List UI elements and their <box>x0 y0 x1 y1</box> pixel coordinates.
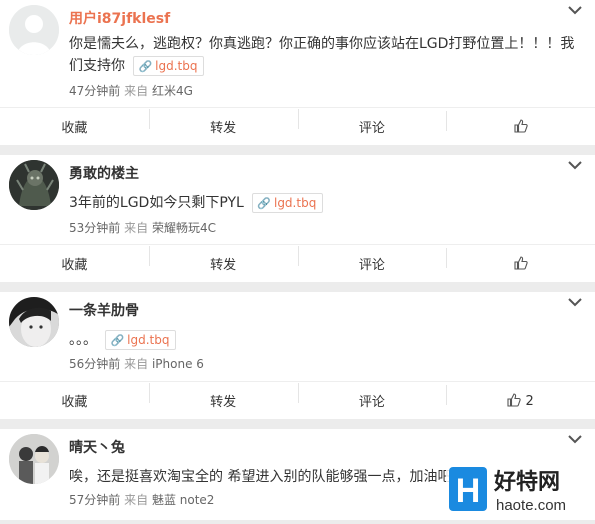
device-label[interactable]: 红米4G <box>152 84 193 98</box>
favorite-button[interactable]: 收藏 <box>0 254 149 273</box>
chevron-down-icon[interactable] <box>567 433 583 445</box>
tag-link[interactable]: 🔗 lgd.tbq <box>105 330 177 350</box>
couple-avatar-image <box>9 434 59 484</box>
avatar[interactable] <box>9 5 59 55</box>
comment-button[interactable]: 评论 <box>297 246 447 273</box>
creature-avatar-image <box>9 160 59 210</box>
device-label[interactable]: 荣耀畅玩4C <box>152 221 216 235</box>
link-icon: 🔗 <box>257 197 271 210</box>
favorite-button[interactable]: 收藏 <box>0 117 149 136</box>
chevron-down-icon[interactable] <box>567 296 583 308</box>
comment-meta: 57分钟前 来自 魅蓝 note2 <box>69 491 214 508</box>
from-label: 来自 <box>124 221 149 235</box>
default-avatar-icon <box>9 5 59 55</box>
comment-button[interactable]: 评论 <box>297 109 447 136</box>
timestamp: 53分钟前 <box>69 221 121 235</box>
username[interactable]: 用户i87jfklesf <box>69 8 170 28</box>
action-bar: 收藏 转发 评论 2 <box>0 381 595 419</box>
timestamp: 47分钟前 <box>69 84 121 98</box>
brand-name: 好特网 <box>493 469 560 495</box>
comment-text: 3年前的LGD如今只剩下PYL 🔗 lgd.tbq <box>69 192 581 214</box>
action-bar: 收藏 转发 评论 <box>0 244 595 282</box>
haote-logo-icon: H 好特网 haote.com <box>446 461 595 520</box>
username[interactable]: 勇敢的楼主 <box>69 163 139 183</box>
comment-card: 一条羊肋骨 。。。 🔗 lgd.tbq 56分钟前 来自 iPhone 6 收藏 … <box>0 292 595 419</box>
device-label[interactable]: iPhone 6 <box>152 357 204 371</box>
watermark-logo: H 好特网 haote.com <box>446 461 595 520</box>
username[interactable]: 晴天丶兔 <box>69 437 125 457</box>
brand-url: haote.com <box>496 497 566 514</box>
repost-button[interactable]: 转发 <box>148 109 298 136</box>
from-label: 来自 <box>124 493 149 507</box>
like-button[interactable] <box>446 247 595 272</box>
like-button[interactable] <box>446 110 595 135</box>
comment-body: 3年前的LGD如今只剩下PYL <box>69 195 244 211</box>
repost-button[interactable]: 转发 <box>148 383 298 410</box>
thumbs-up-icon <box>514 118 528 133</box>
avatar[interactable] <box>9 297 59 347</box>
tag-label: lgd.tbq <box>273 196 317 210</box>
timestamp: 56分钟前 <box>69 357 121 371</box>
portrait-avatar-image <box>9 297 59 347</box>
comment-card: 用户i87jfklesf 你是懦夫么，逃跑权？你真逃跑？你正确的事你应该站在LG… <box>0 0 595 145</box>
favorite-button[interactable]: 收藏 <box>0 391 149 410</box>
comment-card: 勇敢的楼主 3年前的LGD如今只剩下PYL 🔗 lgd.tbq 53分钟前 来自 … <box>0 155 595 282</box>
like-button[interactable]: 2 <box>446 384 595 409</box>
thumbs-up-icon <box>507 392 522 407</box>
from-label: 来自 <box>124 84 149 98</box>
comment-text: 。。。 🔗 lgd.tbq <box>69 329 581 351</box>
comment-body: 。。。 <box>69 332 97 348</box>
comment-body: 唉，还是挺喜欢淘宝全的 希望进入别的队能够强一点，加油吧 <box>69 469 452 485</box>
avatar[interactable] <box>9 160 59 210</box>
chevron-down-icon[interactable] <box>567 159 583 171</box>
logo-letter: H <box>456 472 481 510</box>
thumbs-up-icon <box>514 255 528 270</box>
comment-text: 你是懦夫么，逃跑权？你真逃跑？你正确的事你应该站在LGD打野位置上！！！我们支持… <box>69 33 581 77</box>
comment-meta: 53分钟前 来自 荣耀畅玩4C <box>69 219 216 236</box>
avatar[interactable] <box>9 434 59 484</box>
link-icon: 🔗 <box>138 60 153 73</box>
tag-label: lgd.tbq <box>155 59 198 73</box>
from-label: 来自 <box>124 357 149 371</box>
repost-button[interactable]: 转发 <box>148 246 298 273</box>
action-bar: 收藏 转发 评论 <box>0 107 595 145</box>
comment-button[interactable]: 评论 <box>297 383 447 410</box>
comment-meta: 56分钟前 来自 iPhone 6 <box>69 355 204 372</box>
like-count: 2 <box>525 393 534 409</box>
comment-meta: 47分钟前 来自 红米4G <box>69 82 193 99</box>
tag-label: lgd.tbq <box>127 333 170 347</box>
link-icon: 🔗 <box>110 334 125 347</box>
timestamp: 57分钟前 <box>69 493 121 507</box>
username[interactable]: 一条羊肋骨 <box>69 300 139 320</box>
tag-link[interactable]: 🔗 lgd.tbq <box>133 56 205 76</box>
chevron-down-icon[interactable] <box>567 4 583 16</box>
device-label[interactable]: 魅蓝 note2 <box>152 493 215 507</box>
tag-link[interactable]: 🔗 lgd.tbq <box>252 193 324 213</box>
